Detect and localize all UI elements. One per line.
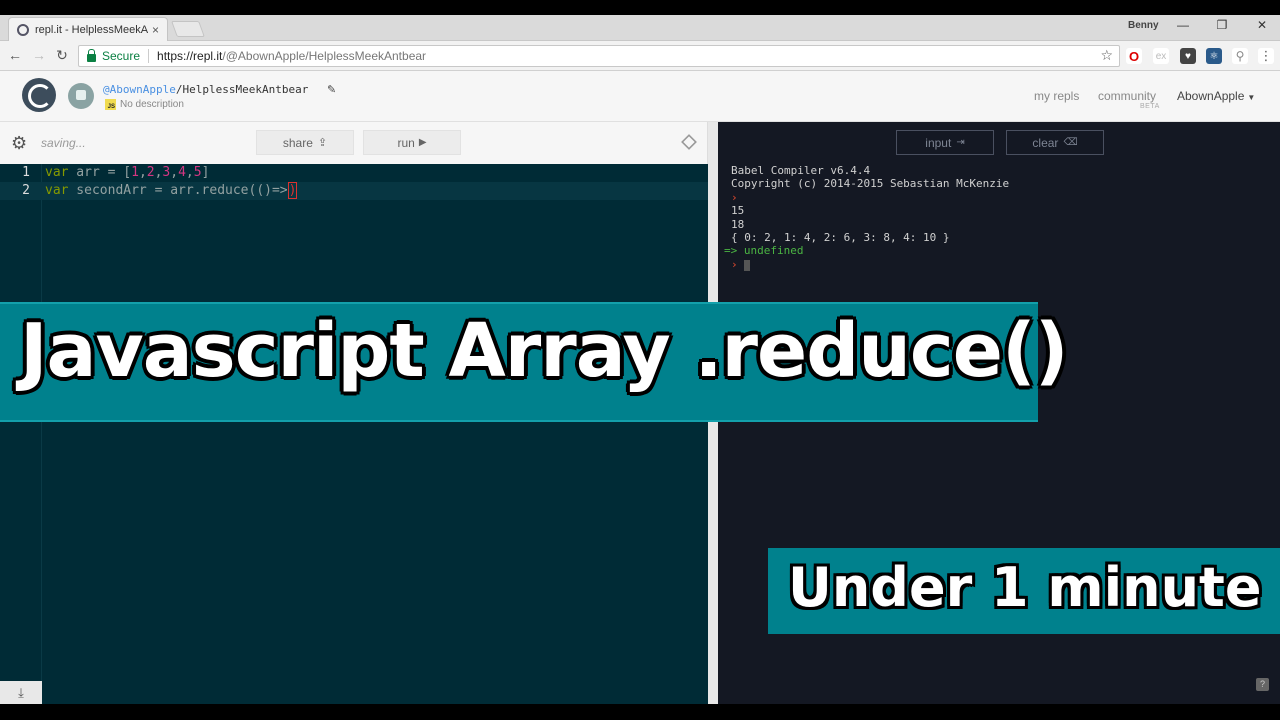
tab-close-icon[interactable]: × xyxy=(152,23,159,37)
share-icon: ⇪ xyxy=(317,137,328,149)
share-label: share xyxy=(282,135,313,150)
line-number: 2 xyxy=(22,183,30,198)
secure-label: Secure xyxy=(102,49,141,63)
close-window-icon[interactable]: ✕ xyxy=(1252,18,1272,32)
console-line: 18 xyxy=(731,218,745,231)
code-line[interactable]: 1 var arr = [1,2,3,4,5] xyxy=(0,164,708,182)
share-button[interactable]: share ⇪ xyxy=(256,130,354,155)
console-result-line: => undefined xyxy=(724,244,803,257)
reload-icon[interactable]: ↻ xyxy=(53,47,71,64)
react-extension-icon[interactable]: ⚛ xyxy=(1206,48,1222,64)
editor-toolbar: ⚙ saving... share ⇪ run ▶ xyxy=(0,122,708,164)
console-prompt: › xyxy=(731,258,738,271)
input-label: input xyxy=(925,135,952,150)
input-button[interactable]: input ⇥ xyxy=(896,130,994,155)
run-label: run xyxy=(397,135,415,150)
title-banner: Javascript Array .reduce() xyxy=(0,302,1069,422)
repl-description[interactable]: No description xyxy=(120,99,184,110)
community-link[interactable]: community xyxy=(1098,89,1156,103)
repl-path: @AbownApple/HelplessMeekAntbear xyxy=(103,83,308,96)
video-title: Javascript Array .reduce() xyxy=(20,308,1069,394)
replit-logo-icon[interactable] xyxy=(22,78,56,112)
code-line-active[interactable]: 2 var secondArr = arr.reduce(()=>) xyxy=(0,182,708,200)
console-cursor xyxy=(744,259,751,271)
bookmark-star-icon[interactable]: ☆ xyxy=(1100,47,1113,64)
forward-icon[interactable]: → xyxy=(30,47,48,63)
save-status: saving... xyxy=(41,136,86,150)
console-line: Babel Compiler v6.4.4 xyxy=(731,164,871,177)
browser-tab[interactable]: repl.it - HelplessMeekAn × xyxy=(8,17,168,41)
my-repls-link[interactable]: my repls xyxy=(1034,89,1079,103)
minimize-icon[interactable]: — xyxy=(1173,18,1193,32)
package-icon[interactable] xyxy=(681,134,697,150)
back-icon[interactable]: ← xyxy=(6,47,24,63)
profile-name[interactable]: Benny xyxy=(1128,20,1159,31)
code-text: var secondArr = arr.reduce(()=>) xyxy=(45,182,298,199)
caret-down-icon: ▼ xyxy=(1247,93,1256,102)
result-arrow: => xyxy=(724,244,738,257)
lock-icon xyxy=(87,49,96,62)
search-extension-icon[interactable]: ⚲ xyxy=(1232,48,1248,64)
menu-icon[interactable]: ⋮ xyxy=(1258,48,1274,64)
help-icon[interactable]: ? xyxy=(1256,678,1269,691)
console-line: Copyright (c) 2014-2015 Sebastian McKenz… xyxy=(731,177,1010,190)
opera-extension-icon[interactable]: O xyxy=(1126,48,1142,64)
js-language-badge: JS xyxy=(105,99,116,110)
new-tab-button[interactable] xyxy=(171,21,205,37)
line-gutter xyxy=(0,164,42,704)
bottom-letterbox xyxy=(0,704,1280,720)
code-text: var arr = [1,2,3,4,5] xyxy=(45,165,210,180)
replit-favicon-icon xyxy=(17,23,29,36)
address-bar[interactable]: Secure https://repl.it /@AbownApple/Help… xyxy=(78,45,1120,67)
download-icon[interactable]: ⤓ xyxy=(0,681,42,704)
account-name: AbownApple xyxy=(1177,89,1245,103)
ex-extension-icon[interactable]: ex xyxy=(1153,48,1169,64)
url-host: https://repl.it xyxy=(157,49,223,63)
maximize-icon[interactable]: ❐ xyxy=(1212,18,1232,32)
clear-label: clear xyxy=(1032,135,1059,150)
tab-title: repl.it - HelplessMeekAn xyxy=(35,23,148,36)
video-subtitle: Under 1 minute xyxy=(788,556,1262,619)
result-value: undefined xyxy=(743,244,804,257)
clear-icon: ⌫ xyxy=(1063,137,1078,148)
beta-label: BETA xyxy=(1140,103,1160,110)
pocket-extension-icon[interactable]: ♥ xyxy=(1180,48,1196,64)
repl-header: @AbownApple/HelplessMeekAntbear ✎ JS No … xyxy=(0,71,1280,122)
top-letterbox xyxy=(0,0,1280,15)
input-icon: ⇥ xyxy=(956,137,965,148)
browser-tab-strip: repl.it - HelplessMeekAn × Benny — ❐ ✕ xyxy=(0,15,1280,41)
subtitle-banner: Under 1 minute xyxy=(768,548,1280,634)
account-menu[interactable]: AbownApple ▼ xyxy=(1177,89,1255,103)
code-editor[interactable]: 1 var arr = [1,2,3,4,5] 2 var secondArr … xyxy=(0,164,708,704)
console-line: 15 xyxy=(731,204,745,217)
url-path: /@AbownApple/HelplessMeekAntbear xyxy=(222,49,427,63)
clear-button[interactable]: clear ⌫ xyxy=(1006,130,1104,155)
repl-owner-link[interactable]: @AbownApple xyxy=(103,83,176,96)
repl-name: HelplessMeekAntbear xyxy=(182,83,309,96)
avatar[interactable] xyxy=(68,83,94,109)
run-button[interactable]: run ▶ xyxy=(363,130,461,155)
browser-toolbar: ← → ↻ Secure https://repl.it /@AbownAppl… xyxy=(0,41,1280,71)
line-number: 1 xyxy=(22,165,30,180)
play-icon: ▶ xyxy=(418,137,427,148)
console-prompt: › xyxy=(731,191,738,204)
address-separator xyxy=(148,49,150,63)
console-line: { 0: 2, 1: 4, 2: 6, 3: 8, 4: 10 } xyxy=(731,231,950,244)
edit-pencil-icon[interactable]: ✎ xyxy=(327,83,336,96)
console-input-line[interactable]: › xyxy=(731,258,751,271)
gear-icon[interactable]: ⚙ xyxy=(11,133,27,154)
